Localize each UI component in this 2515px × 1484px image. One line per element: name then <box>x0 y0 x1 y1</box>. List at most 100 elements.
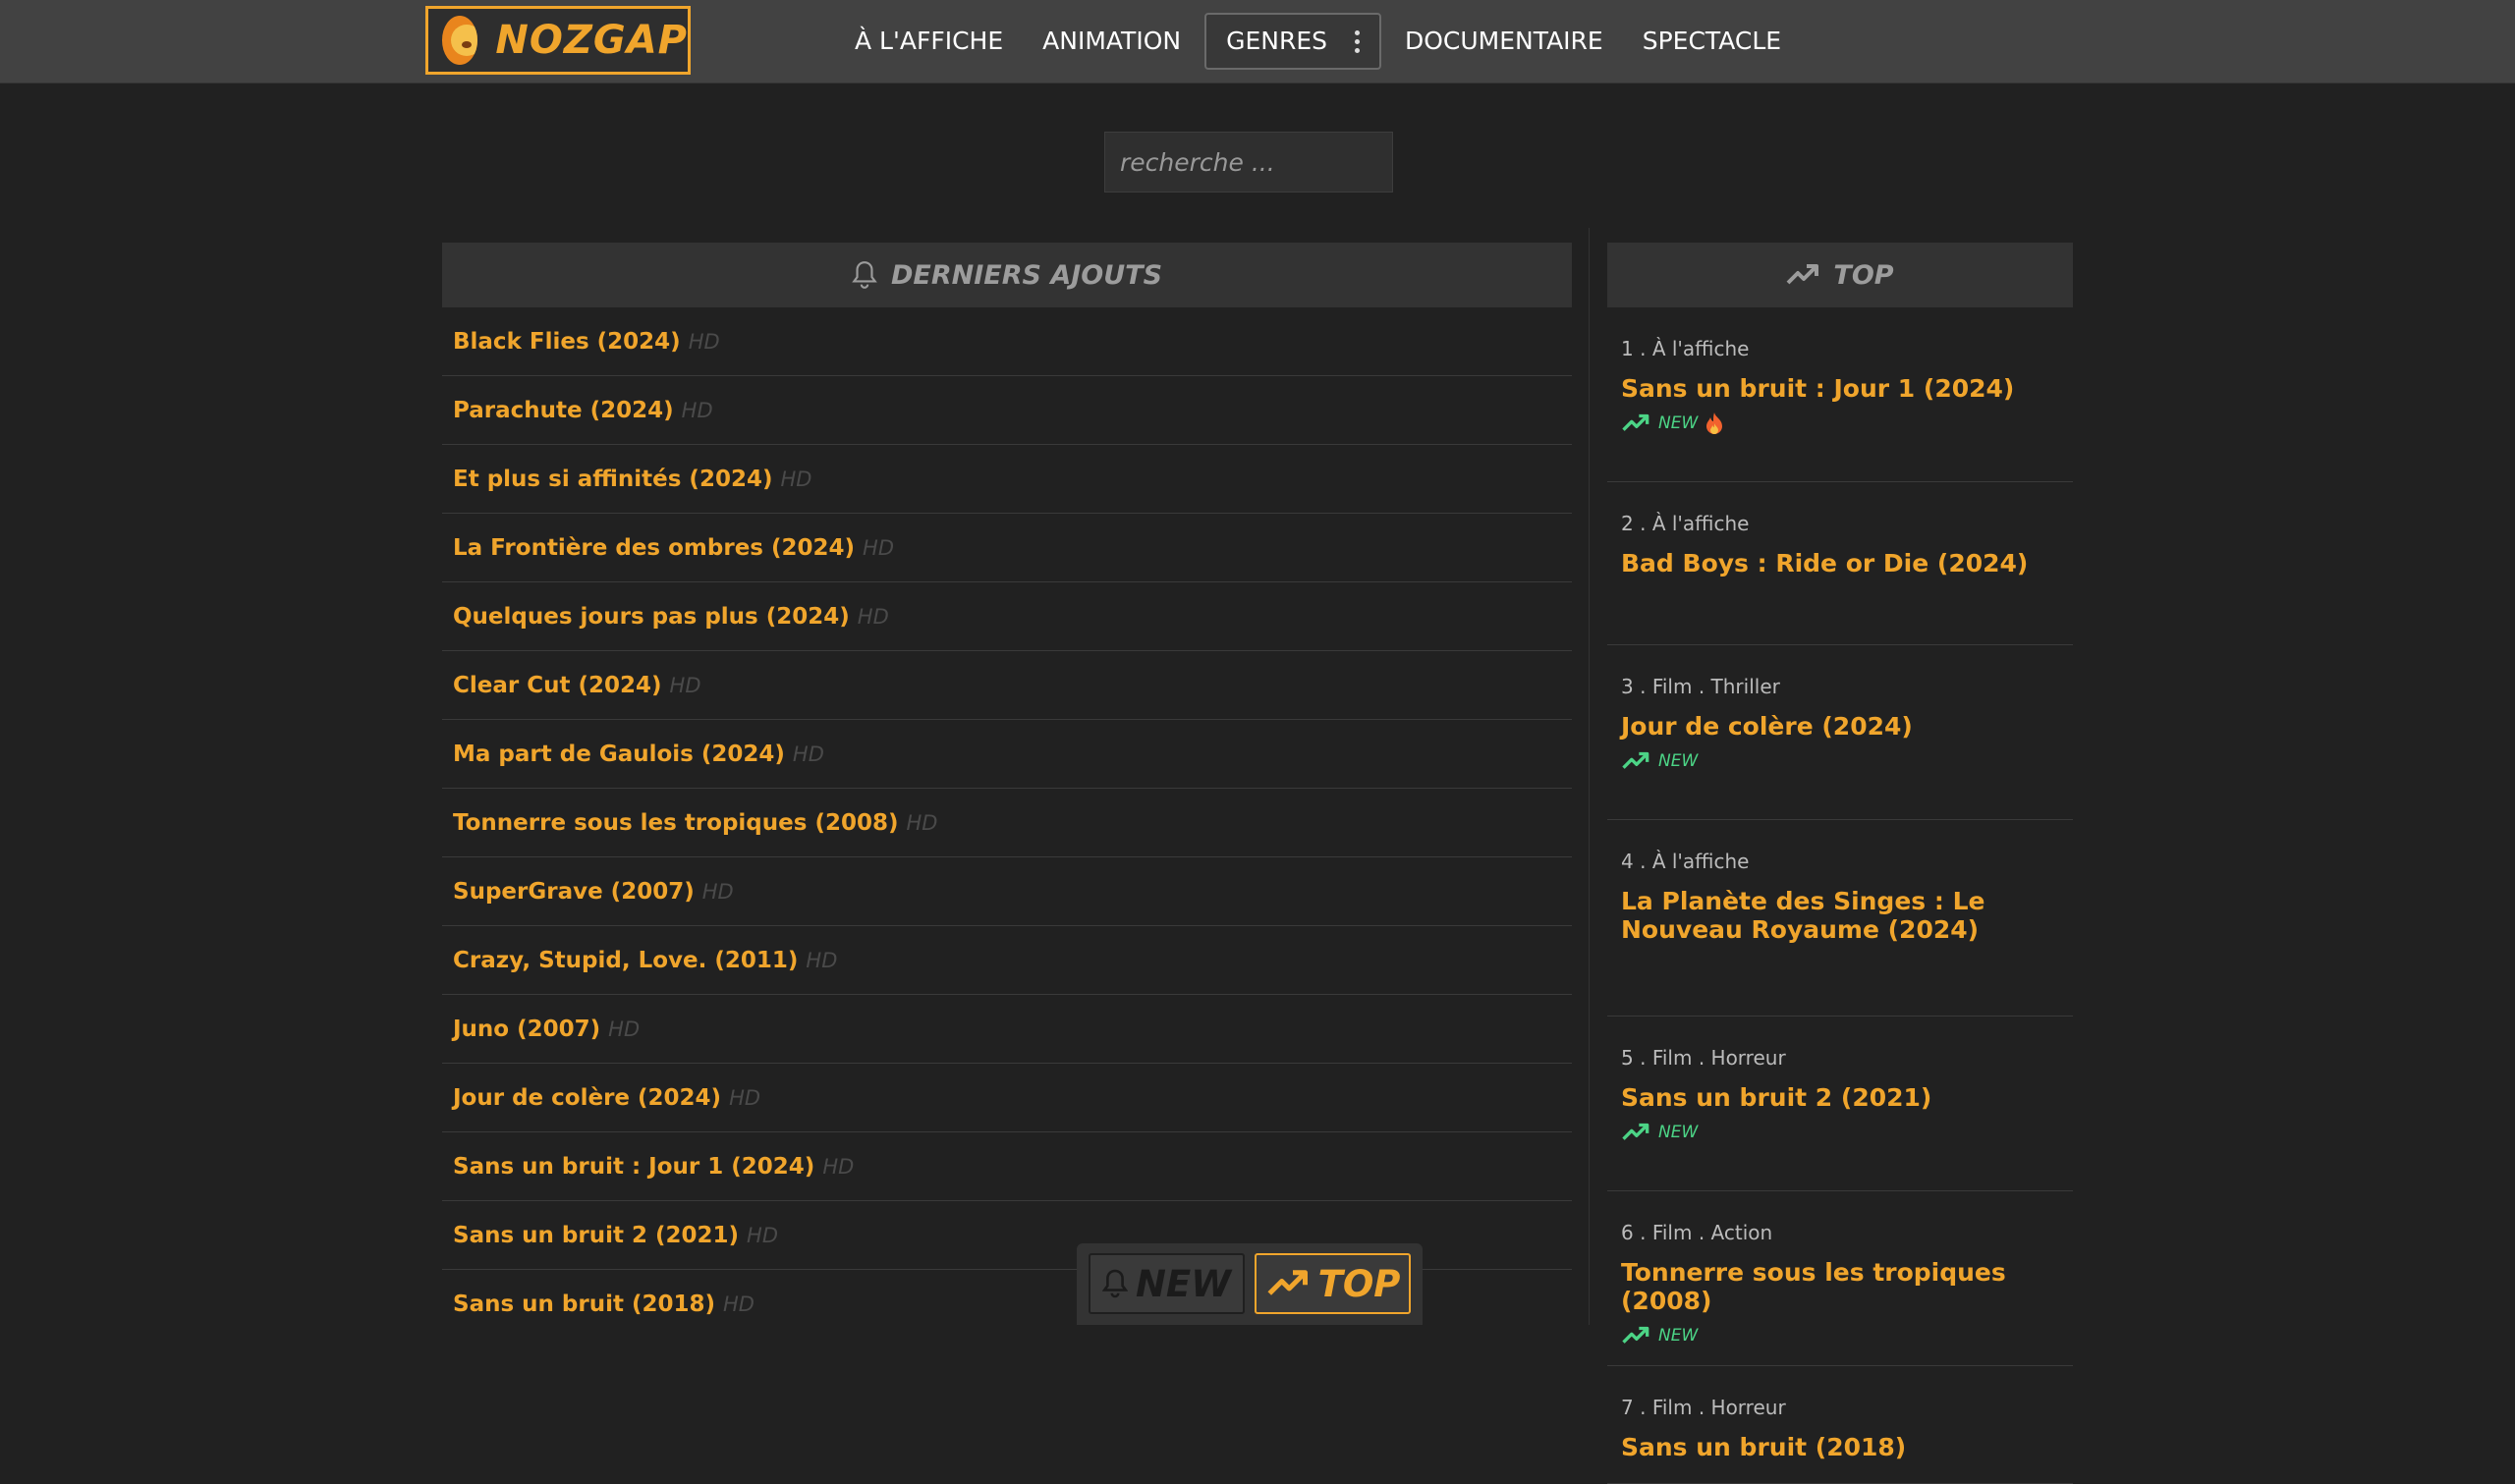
quality-badge: HD <box>608 1017 641 1041</box>
top-item-category: 3 . Film . Thriller <box>1621 673 2073 700</box>
movie-title-link[interactable]: Tonnerre sous les tropiques (2008) <box>453 810 898 836</box>
top-list-item[interactable]: 5 . Film . Horreur Sans un bruit 2 (2021)… <box>1607 1017 2073 1191</box>
nav-item-spectacle[interactable]: SPECTACLE <box>1623 13 1801 70</box>
more-vertical-icon <box>1354 29 1360 53</box>
rank-separator: . <box>1633 1221 1652 1244</box>
top-item-category: 2 . À l'affiche <box>1621 510 2073 537</box>
search-input[interactable] <box>1104 132 1393 192</box>
rank-separator: . <box>1633 337 1652 360</box>
movie-title-link[interactable]: Clear Cut (2024) <box>453 673 662 698</box>
movie-title-link[interactable]: Sans un bruit (2018) <box>1621 1433 2073 1461</box>
rank-separator: . <box>1633 850 1652 873</box>
movie-title-link[interactable]: Sans un bruit (2018) <box>453 1292 715 1317</box>
top-item-rank: 5 <box>1621 1046 1634 1070</box>
latest-list-item[interactable]: Crazy, Stupid, Love. (2011) HD <box>442 926 1572 995</box>
site-logo-text: NOZGAP <box>495 18 688 63</box>
bell-icon <box>852 261 877 289</box>
latest-list-item[interactable]: Quelques jours pas plus (2024) HD <box>442 582 1572 651</box>
new-top-toggle: NEW TOP <box>1077 1243 1423 1325</box>
movie-title-link[interactable]: Sans un bruit : Jour 1 (2024) <box>1621 374 2073 403</box>
new-toggle-button[interactable]: NEW <box>1089 1253 1245 1314</box>
top-item-category-label: Film . Action <box>1651 1221 1773 1244</box>
movie-title-link[interactable]: Sans un bruit 2 (2021) <box>453 1223 739 1248</box>
rank-separator: . <box>1633 675 1652 698</box>
top-item-rank: 1 <box>1621 337 1634 360</box>
movie-title-link[interactable]: Juno (2007) <box>453 1017 600 1042</box>
top-item-category: 1 . À l'affiche <box>1621 335 2073 362</box>
movie-title-link[interactable]: Black Flies (2024) <box>453 329 681 355</box>
site-logo[interactable]: NOZGAP <box>425 6 691 75</box>
top-list-item[interactable]: 4 . À l'affiche La Planète des Singes : L… <box>1607 820 2073 1017</box>
movie-title-link[interactable]: Et plus si affinités (2024) <box>453 467 772 492</box>
trending-up-icon <box>1622 751 1649 769</box>
nav-item-documentaire[interactable]: DOCUMENTAIRE <box>1385 13 1623 70</box>
nav-item-animation[interactable]: ANIMATION <box>1023 13 1201 70</box>
top-toggle-label: TOP <box>1317 1262 1401 1305</box>
rank-separator: . <box>1633 1396 1652 1419</box>
top-item-category-label: À l'affiche <box>1651 512 1750 535</box>
movie-title-link[interactable]: Parachute (2024) <box>453 398 674 423</box>
top-list-item[interactable]: 7 . Film . Horreur Sans un bruit (2018) <box>1607 1366 2073 1484</box>
latest-list-item[interactable]: SuperGrave (2007) HD <box>442 857 1572 926</box>
latest-list-item[interactable]: Parachute (2024) HD <box>442 376 1572 445</box>
latest-list: Black Flies (2024) HD Parachute (2024) HD Et… <box>442 307 1572 1339</box>
top-item-tags: NEW <box>1621 411 2073 436</box>
top-item-rank: 3 <box>1621 675 1634 698</box>
latest-list-item[interactable]: Jour de colère (2024) HD <box>442 1064 1572 1132</box>
top-item-category-label: Film . Horreur <box>1651 1396 1786 1419</box>
latest-list-item[interactable]: Clear Cut (2024) HD <box>442 651 1572 720</box>
movie-title-link[interactable]: La Frontière des ombres (2024) <box>453 535 855 561</box>
quality-badge: HD <box>792 742 824 766</box>
trending-up-icon <box>1622 413 1649 431</box>
new-tag: NEW <box>1658 751 1699 771</box>
movie-title-link[interactable]: Ma part de Gaulois (2024) <box>453 742 785 767</box>
quality-badge: HD <box>669 673 701 697</box>
top-item-rank: 2 <box>1621 512 1634 535</box>
latest-list-item[interactable]: Ma part de Gaulois (2024) HD <box>442 720 1572 789</box>
nav-item-genres[interactable]: GENRES <box>1204 13 1381 70</box>
latest-list-item[interactable]: Tonnerre sous les tropiques (2008) HD <box>442 789 1572 857</box>
nav-item-a-l-affiche[interactable]: À L'AFFICHE <box>835 13 1023 70</box>
column-divider <box>1589 228 1590 1325</box>
lion-logo-icon <box>442 16 478 65</box>
movie-title-link[interactable]: Jour de colère (2024) <box>453 1085 721 1111</box>
latest-list-item[interactable]: Black Flies (2024) HD <box>442 307 1572 376</box>
top-item-rank: 6 <box>1621 1221 1634 1244</box>
top-item-rank: 4 <box>1621 850 1634 873</box>
top-list-item[interactable]: 2 . À l'affiche Bad Boys : Ride or Die (2… <box>1607 482 2073 645</box>
top-panel-header: TOP <box>1607 243 2073 307</box>
movie-title-link[interactable]: SuperGrave (2007) <box>453 879 695 905</box>
top-navbar: NOZGAP À L'AFFICHE ANIMATION GENRES DOCU… <box>0 0 2515 83</box>
top-item-category-label: Film . Horreur <box>1651 1046 1786 1070</box>
quality-badge: HD <box>701 879 734 904</box>
top-item-tags: NEW <box>1621 1120 2073 1145</box>
latest-list-item[interactable]: Et plus si affinités (2024) HD <box>442 445 1572 514</box>
quality-badge: HD <box>729 1085 761 1110</box>
latest-list-item[interactable]: La Frontière des ombres (2024) HD <box>442 514 1572 582</box>
top-item-category: 6 . Film . Action <box>1621 1219 2073 1246</box>
movie-title-link[interactable]: Bad Boys : Ride or Die (2024) <box>1621 549 2073 577</box>
quality-badge: HD <box>681 398 713 422</box>
movie-title-link[interactable]: Tonnerre sous les tropiques (2008) <box>1621 1258 2073 1315</box>
movie-title-link[interactable]: Crazy, Stupid, Love. (2011) <box>453 948 798 973</box>
top-list-item[interactable]: 3 . Film . Thriller Jour de colère (2024)… <box>1607 645 2073 820</box>
top-item-rank: 7 <box>1621 1396 1634 1419</box>
movie-title-link[interactable]: Quelques jours pas plus (2024) <box>453 604 850 630</box>
rank-separator: . <box>1633 1046 1652 1070</box>
latest-list-item[interactable]: Sans un bruit : Jour 1 (2024) HD <box>442 1132 1572 1201</box>
top-panel-title: TOP <box>1833 259 1894 291</box>
quality-badge: HD <box>780 467 812 491</box>
quality-badge: HD <box>906 810 938 835</box>
top-list-item[interactable]: 6 . Film . Action Tonnerre sous les tropi… <box>1607 1191 2073 1366</box>
rank-separator: . <box>1633 512 1652 535</box>
movie-title-link[interactable]: Sans un bruit : Jour 1 (2024) <box>453 1154 814 1180</box>
movie-title-link[interactable]: Jour de colère (2024) <box>1621 712 2073 741</box>
top-toggle-button[interactable]: TOP <box>1255 1253 1411 1314</box>
movie-title-link[interactable]: La Planète des Singes : Le Nouveau Royau… <box>1621 887 2073 944</box>
latest-list-item[interactable]: Juno (2007) HD <box>442 995 1572 1064</box>
top-list-item[interactable]: 1 . À l'affiche Sans un bruit : Jour 1 (2… <box>1607 307 2073 482</box>
quality-badge: HD <box>806 948 838 972</box>
movie-title-link[interactable]: Sans un bruit 2 (2021) <box>1621 1083 2073 1112</box>
fire-icon <box>1706 412 1723 434</box>
new-tag: NEW <box>1658 1123 1699 1142</box>
